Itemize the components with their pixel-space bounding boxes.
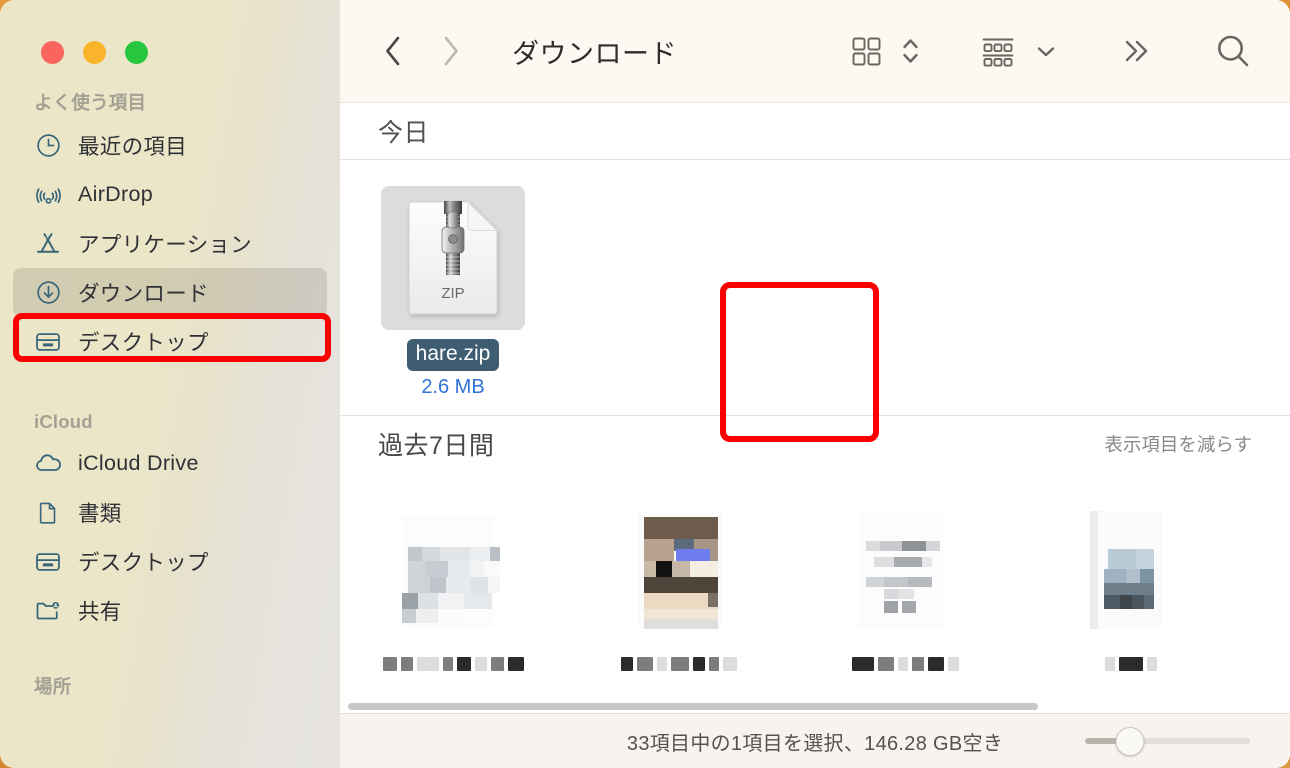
file-row-last-7-days [340, 472, 1290, 713]
censored-image-icon [1090, 511, 1162, 629]
slider-thumb[interactable] [1115, 726, 1145, 756]
icon-size-slider[interactable] [1085, 726, 1250, 756]
group-options-group [976, 30, 1062, 72]
file-browser-content[interactable]: 今日 ZIP hare.zip 2.6 MB 過去7日間 表示項目を減らす [340, 103, 1290, 713]
sidebar-item-label: AirDrop [78, 182, 153, 206]
toolbar: ダウンロード [340, 0, 1290, 103]
sidebar-item-documents[interactable]: 書類 [13, 488, 327, 537]
window-controls [0, 0, 340, 64]
sidebar-item-airdrop[interactable]: AirDrop [13, 170, 327, 219]
censored-file-name [1056, 654, 1206, 674]
desktop-background: よく使う項目 最近の項目 AirDrop アプリケーション ダウンロード デスク… [0, 0, 1290, 768]
minimize-button[interactable] [83, 41, 106, 64]
shared-folder-icon [33, 596, 63, 626]
view-mode-group [846, 30, 924, 72]
sidebar: よく使う項目 最近の項目 AirDrop アプリケーション ダウンロード デスク… [0, 0, 340, 768]
group-header-last-7-days: 過去7日間 表示項目を減らす [340, 416, 1290, 472]
maximize-button[interactable] [125, 41, 148, 64]
file-thumbnail[interactable] [607, 498, 751, 642]
view-options-button[interactable] [976, 30, 1020, 72]
cloud-icon [33, 449, 63, 479]
applications-icon [33, 229, 63, 259]
finder-window: よく使う項目 最近の項目 AirDrop アプリケーション ダウンロード デスク… [0, 0, 1290, 768]
sidebar-section-favorites-title: よく使う項目 [34, 92, 147, 113]
censored-file-name [378, 654, 528, 674]
back-button[interactable] [378, 32, 408, 70]
sidebar-item-label: デスクトップ [78, 551, 209, 575]
censored-document-icon [858, 511, 944, 629]
sidebar-item-desktop[interactable]: デスクトップ [13, 317, 327, 366]
censored-file-name [604, 654, 754, 674]
sidebar-item-shared[interactable]: 共有 [13, 586, 327, 635]
file-thumbnail[interactable] [381, 498, 525, 642]
file-size-label: 2.6 MB [421, 376, 485, 399]
search-icon[interactable] [1210, 28, 1256, 74]
document-icon [33, 498, 63, 528]
sidebar-item-label: 最近の項目 [78, 135, 188, 159]
sidebar-item-label: 共有 [78, 600, 122, 624]
sidebar-item-recents[interactable]: 最近の項目 [13, 121, 327, 170]
sidebar-item-downloads[interactable]: ダウンロード [13, 268, 327, 317]
desktop-icon [33, 327, 63, 357]
file-thumbnail[interactable] [833, 498, 977, 642]
sidebar-item-label: アプリケーション [78, 233, 252, 257]
svg-text:ZIP: ZIP [441, 285, 464, 302]
file-row-today: ZIP hare.zip 2.6 MB [340, 160, 1290, 415]
group-title: 今日 [378, 119, 430, 147]
airdrop-icon [33, 180, 63, 210]
censored-file-name [830, 654, 980, 674]
chevron-down-icon[interactable] [1030, 35, 1062, 67]
navigation-buttons [378, 32, 466, 70]
more-actions-button[interactable] [1114, 30, 1158, 72]
list-item[interactable] [1018, 488, 1244, 713]
close-button[interactable] [41, 41, 64, 64]
sidebar-item-applications[interactable]: アプリケーション [13, 219, 327, 268]
censored-image-icon [402, 515, 500, 627]
zip-file-icon: ZIP [406, 199, 500, 317]
censored-image-icon [638, 511, 722, 629]
group-header-today: 今日 [340, 103, 1290, 159]
sidebar-item-icloud-drive[interactable]: iCloud Drive [13, 439, 327, 488]
sidebar-section-locations-title: 場所 [34, 676, 72, 697]
sidebar-item-label: ダウンロード [78, 282, 209, 306]
group-title: 過去7日間 [378, 432, 495, 460]
show-less-button[interactable]: 表示項目を減らす [1104, 431, 1252, 457]
desktop-icon [33, 547, 63, 577]
sidebar-item-icloud-desktop[interactable]: デスクトップ [13, 537, 327, 586]
file-name-label: hare.zip [406, 339, 500, 372]
sidebar-item-label: 書類 [78, 502, 122, 526]
file-thumbnail[interactable] [1059, 498, 1203, 642]
status-bar: 33項目中の1項目を選択、146.28 GB空き [340, 713, 1290, 768]
sidebar-item-label: iCloud Drive [78, 451, 199, 475]
list-item[interactable] [340, 488, 566, 713]
slider-track [1129, 738, 1250, 744]
scrollbar-thumb[interactable] [348, 703, 1038, 710]
clock-icon [33, 131, 63, 161]
page-title: ダウンロード [512, 38, 677, 69]
file-thumbnail[interactable]: ZIP [381, 186, 525, 330]
file-hare-zip[interactable]: ZIP hare.zip 2.6 MB [340, 176, 566, 415]
main-area: ダウンロード 今日 ZIP hare.zip 2.6 MB 過去7日間 表示項目… [340, 0, 1290, 768]
list-item[interactable] [566, 488, 792, 713]
icon-view-button[interactable] [846, 31, 887, 72]
sidebar-item-label: デスクトップ [78, 331, 209, 355]
downloads-icon [33, 278, 63, 308]
list-item[interactable] [792, 488, 1018, 713]
forward-button[interactable] [436, 32, 466, 70]
horizontal-scrollbar[interactable] [340, 700, 1290, 713]
sort-stepper-button[interactable] [897, 30, 924, 72]
sidebar-section-icloud-title: iCloud [34, 411, 93, 432]
